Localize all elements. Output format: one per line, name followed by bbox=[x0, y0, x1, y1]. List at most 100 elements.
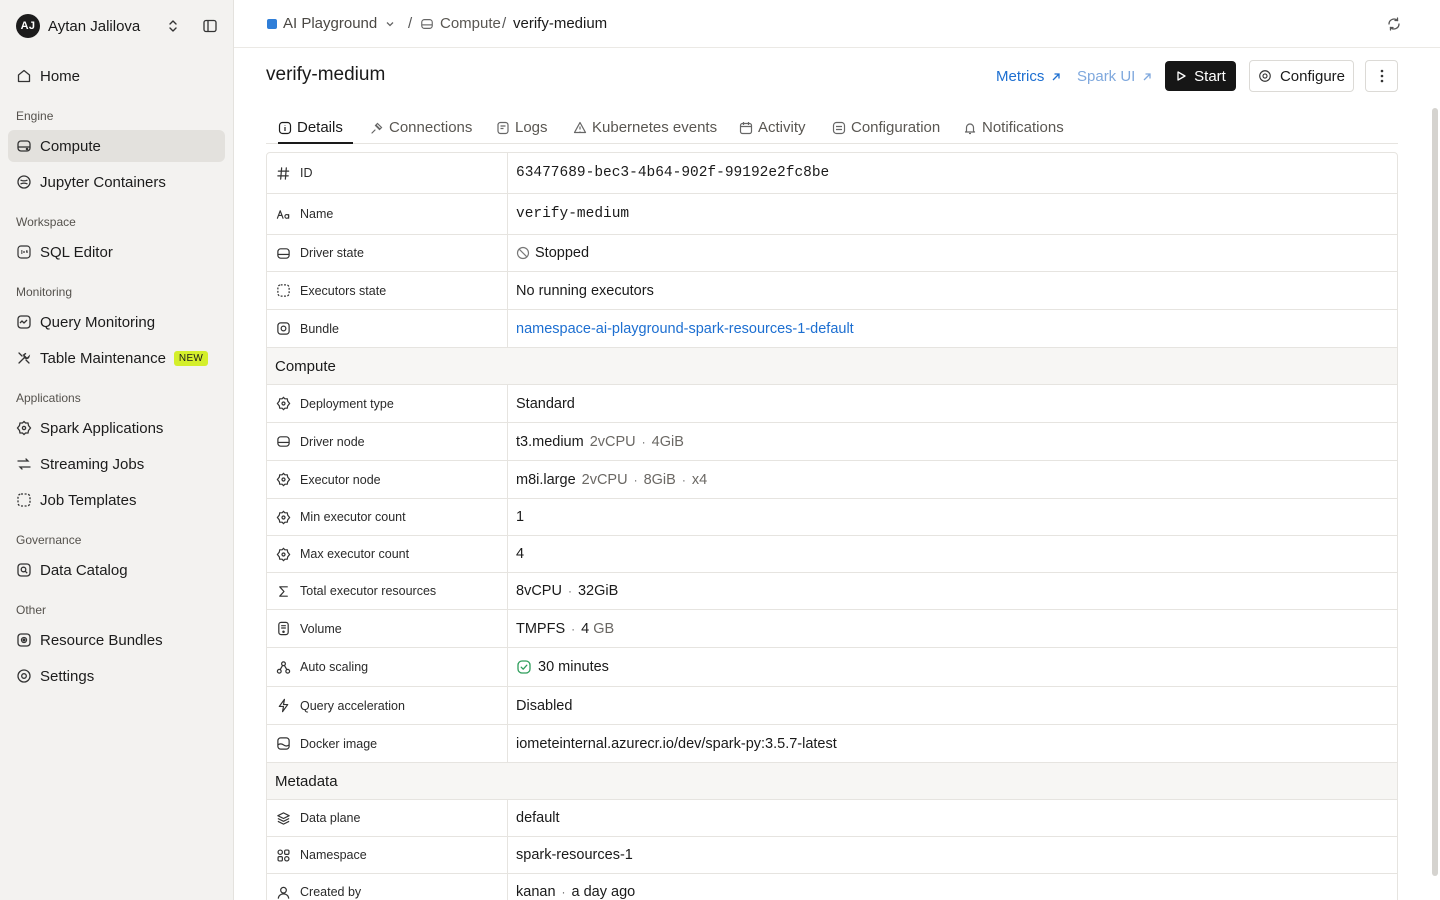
label-text: Driver state bbox=[300, 246, 364, 260]
refresh-icon[interactable] bbox=[1386, 16, 1402, 32]
metrics-link[interactable]: Metrics bbox=[996, 68, 1062, 85]
row-label: Executors state bbox=[267, 272, 508, 309]
scaling-nodes-icon bbox=[276, 660, 291, 674]
sidebar-item-label: Jupyter Containers bbox=[40, 173, 166, 191]
row-label: Total executor resources bbox=[267, 573, 508, 609]
spark-gear-icon bbox=[276, 547, 291, 561]
total-mem: 32GiB bbox=[577, 583, 619, 599]
table-row-total-executor-resources: Total executor resources 8vCPU · 32GiB bbox=[267, 573, 1397, 610]
tab-details[interactable]: Details bbox=[278, 119, 353, 144]
label-text: Namespace bbox=[300, 848, 367, 862]
breadcrumb-compute[interactable]: Compute bbox=[420, 15, 501, 32]
section-applications: Applications bbox=[16, 391, 81, 405]
dot-separator: · bbox=[641, 434, 646, 449]
label-text: Name bbox=[300, 207, 334, 221]
sidebar-item-streaming-jobs[interactable]: Streaming Jobs bbox=[8, 448, 225, 480]
sidebar-item-compute[interactable]: Compute bbox=[8, 130, 225, 162]
sidebar-item-jupyter[interactable]: Jupyter Containers bbox=[8, 166, 225, 198]
server-icon bbox=[421, 18, 433, 29]
sidebar-item-home[interactable]: Home bbox=[8, 60, 225, 92]
label-text: Deployment type bbox=[300, 396, 394, 411]
total-cpu: 8vCPU bbox=[516, 583, 562, 599]
row-label: ID bbox=[267, 153, 508, 193]
dashed-square-icon bbox=[277, 284, 290, 297]
row-label: Namespace bbox=[267, 837, 508, 873]
sidebar-toggle-icon[interactable] bbox=[202, 18, 218, 34]
docker-image-value: iometeinternal.azurecr.io/dev/spark-py:3… bbox=[516, 735, 837, 752]
disk-image-icon bbox=[277, 737, 290, 750]
scrollbar-thumb[interactable] bbox=[1432, 108, 1438, 876]
user-switcher[interactable]: AJ Aytan Jalilova bbox=[16, 14, 224, 38]
row-label: Driver state bbox=[267, 235, 508, 271]
sidebar-item-job-templates[interactable]: Job Templates bbox=[8, 484, 225, 516]
section-engine: Engine bbox=[16, 109, 54, 123]
spark-ui-link[interactable]: Spark UI bbox=[1077, 68, 1153, 85]
spark-gear-icon bbox=[276, 472, 291, 487]
project-color-square bbox=[267, 18, 277, 29]
dot-separator: · bbox=[561, 885, 566, 899]
created-by-value: kanan · a day ago bbox=[508, 874, 1397, 900]
bell-icon bbox=[964, 123, 976, 135]
user-icon bbox=[277, 886, 290, 899]
chevron-up-down-icon[interactable] bbox=[165, 18, 181, 34]
volume-value: TMPFS · 4 GB bbox=[508, 610, 1397, 647]
sidebar-item-query-monitoring[interactable]: Query Monitoring bbox=[8, 306, 225, 338]
check-icon bbox=[517, 660, 531, 674]
details-table: ID 63477689-bec3-4b64-902f-99192e2fc8be … bbox=[266, 152, 1398, 900]
stream-icon bbox=[17, 458, 31, 470]
page-scrollbar[interactable] bbox=[1430, 48, 1440, 900]
executor-node-cpu: 2vCPU bbox=[581, 471, 628, 488]
breadcrumb-separator: / bbox=[502, 15, 507, 32]
catalog-search-icon bbox=[17, 563, 31, 577]
stopped-icon bbox=[516, 246, 530, 260]
tab-activity[interactable]: Activity bbox=[739, 119, 806, 144]
table-row-min-executor-count: Min executor count 1 bbox=[267, 499, 1397, 536]
bundle-link[interactable]: namespace-ai-playground-spark-resources-… bbox=[516, 321, 854, 337]
breadcrumb-separator: / bbox=[408, 15, 413, 32]
file-text-icon bbox=[497, 121, 509, 135]
label-text: Max executor count bbox=[300, 547, 410, 561]
tab-label: Configuration bbox=[851, 119, 941, 136]
tab-label: Connections bbox=[389, 119, 473, 136]
label-text: Created by bbox=[300, 885, 362, 899]
tab-kubernetes-events[interactable]: Kubernetes events bbox=[573, 119, 717, 144]
table-row-query-acceleration: Query acceleration Disabled bbox=[267, 687, 1397, 725]
tab-bar: Details Connections Logs Kubernetes even… bbox=[266, 110, 1398, 144]
table-row-deployment-type: Deployment type Standard bbox=[267, 385, 1397, 423]
row-label: Auto scaling bbox=[267, 648, 508, 686]
table-row-volume: Volume TMPFS · 4 GB bbox=[267, 610, 1397, 648]
breadcrumb-project[interactable]: AI Playground bbox=[267, 15, 396, 32]
driver-node-type: t3.medium bbox=[516, 433, 584, 450]
section-metadata: Metadata bbox=[267, 763, 1397, 800]
sidebar-item-settings[interactable]: Settings bbox=[8, 660, 225, 692]
tab-label: Logs bbox=[515, 119, 548, 136]
lightning-icon bbox=[278, 698, 289, 713]
namespace-icon bbox=[277, 848, 290, 862]
sidebar-item-sql-editor[interactable]: SQL Editor bbox=[8, 236, 225, 268]
dot-separator: · bbox=[567, 584, 572, 598]
tab-notifications[interactable]: Notifications bbox=[963, 119, 1064, 144]
sidebar-item-label: Spark Applications bbox=[40, 419, 164, 437]
tab-configuration[interactable]: Configuration bbox=[832, 119, 940, 144]
more-actions-button[interactable] bbox=[1365, 60, 1398, 92]
sidebar-item-resource-bundles[interactable]: Resource Bundles bbox=[8, 624, 225, 656]
tab-connections[interactable]: Connections bbox=[370, 119, 472, 144]
tab-logs[interactable]: Logs bbox=[496, 119, 548, 144]
bundle-value: namespace-ai-playground-spark-resources-… bbox=[508, 310, 1397, 347]
table-row-namespace: Namespace spark-resources-1 bbox=[267, 837, 1397, 874]
configure-button[interactable]: Configure bbox=[1249, 60, 1354, 92]
executor-node-mem: 8GiB bbox=[643, 471, 676, 488]
table-row-id: ID 63477689-bec3-4b64-902f-99192e2fc8be bbox=[267, 153, 1397, 194]
start-button[interactable]: Start bbox=[1165, 61, 1236, 91]
spark-ui-label: Spark UI bbox=[1077, 68, 1136, 85]
sidebar-item-spark-applications[interactable]: Spark Applications bbox=[8, 412, 225, 444]
page-title: verify-medium bbox=[266, 64, 386, 85]
query-acceleration-value: Disabled bbox=[516, 697, 573, 714]
row-label: Query acceleration bbox=[267, 687, 508, 724]
auto-scaling-value: 30 minutes bbox=[508, 648, 1397, 686]
sidebar-item-table-maintenance[interactable]: Table Maintenance NEW bbox=[8, 342, 225, 374]
sidebar-item-data-catalog[interactable]: Data Catalog bbox=[8, 554, 225, 586]
table-row-executor-node: Executor node m8i.large 2vCPU · 8GiB · x… bbox=[267, 461, 1397, 499]
storage-icon bbox=[278, 621, 289, 636]
section-workspace: Workspace bbox=[16, 215, 76, 229]
